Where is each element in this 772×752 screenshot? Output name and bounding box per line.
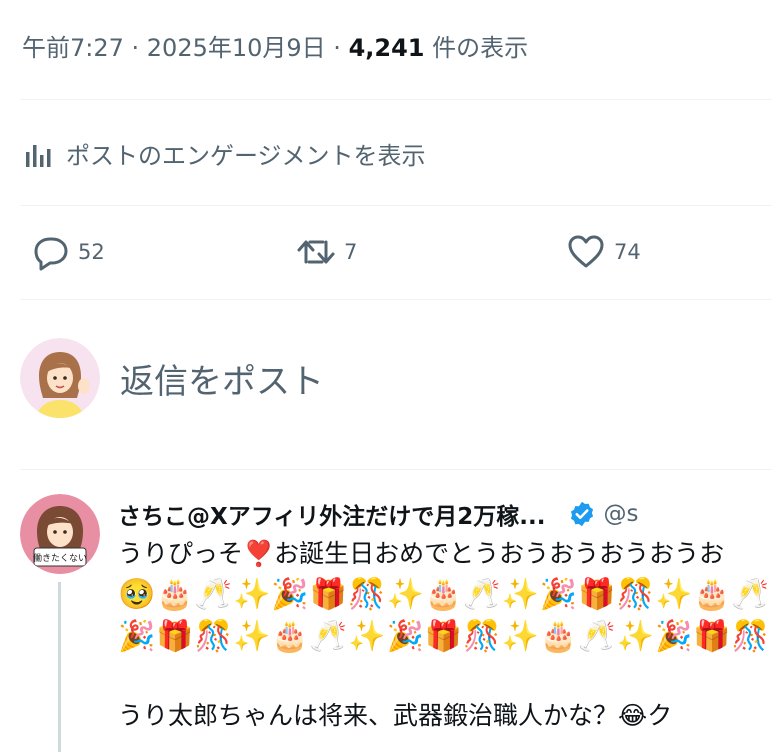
reply-icon <box>34 237 68 271</box>
reply-composer: 返信をポスト <box>20 338 324 418</box>
reply-input[interactable]: 返信をポスト <box>120 354 324 403</box>
views-label: 件の表示 <box>424 34 529 62</box>
reply-emoji-line-1: 🥹🎂🥂✨🎉🎁🎊✨🎂🥂✨🎉🎁🎊✨🎂🥂 <box>118 577 771 612</box>
repost-icon <box>297 240 335 264</box>
post-timestamp[interactable]: 午前7:27 · 2025年10月9日 · <box>22 34 349 62</box>
reply-author-row: さちこ@Xアフィリ外注だけで月2万稼... @s <box>118 494 772 534</box>
views-count: 4,241 <box>348 34 425 62</box>
reply-author-name[interactable]: さちこ@Xアフィリ外注だけで月2万稼... <box>118 497 546 531</box>
reply-text-line-1: うりぴっそ❣️お誕生日おめでとうおうおうおうおうお <box>118 539 725 568</box>
avatar-sign-text: 働きたくない <box>33 552 87 564</box>
divider <box>20 299 772 300</box>
repost-count: 7 <box>344 240 358 264</box>
reply-button[interactable]: 52 <box>30 232 105 272</box>
post-actions: 52 7 74 <box>30 232 772 276</box>
divider <box>20 469 772 470</box>
reply-count: 52 <box>78 240 105 264</box>
heart-icon <box>568 235 604 268</box>
like-count: 74 <box>614 240 641 264</box>
like-button[interactable]: 74 <box>566 232 641 272</box>
thread-connector <box>58 582 61 752</box>
repost-button[interactable]: 7 <box>296 232 357 272</box>
divider <box>20 99 772 100</box>
reply-post[interactable]: 働きたくない さちこ@Xアフィリ外注だけで月2万稼... @s うりぴっそ❣️お… <box>20 494 772 752</box>
reply-content: さちこ@Xアフィリ外注だけで月2万稼... @s うりぴっそ❣️お誕生日おめでと… <box>118 494 772 736</box>
analytics-icon <box>24 139 54 169</box>
reply-emoji-line-2: 🎉🎁🎊✨🎂🥂✨🎉🎁🎊✨🎂🥂✨🎉🎁🎊 <box>118 619 771 654</box>
view-engagements-link[interactable]: ポストのエンゲージメントを表示 <box>24 136 426 171</box>
divider <box>20 205 772 206</box>
verified-badge-icon <box>570 501 593 527</box>
post-meta: 午前7:27 · 2025年10月9日 · 4,241 件の表示 <box>22 28 528 63</box>
view-engagements-label: ポストのエンゲージメントを表示 <box>66 142 426 170</box>
reply-author-avatar[interactable]: 働きたくない <box>20 494 100 574</box>
user-avatar[interactable] <box>20 338 100 418</box>
reply-text-line-2: うり太郎ちゃんは将来、武器鍛治職人かな？😂ク <box>118 701 673 730</box>
reply-author-handle[interactable]: @s <box>604 501 639 527</box>
